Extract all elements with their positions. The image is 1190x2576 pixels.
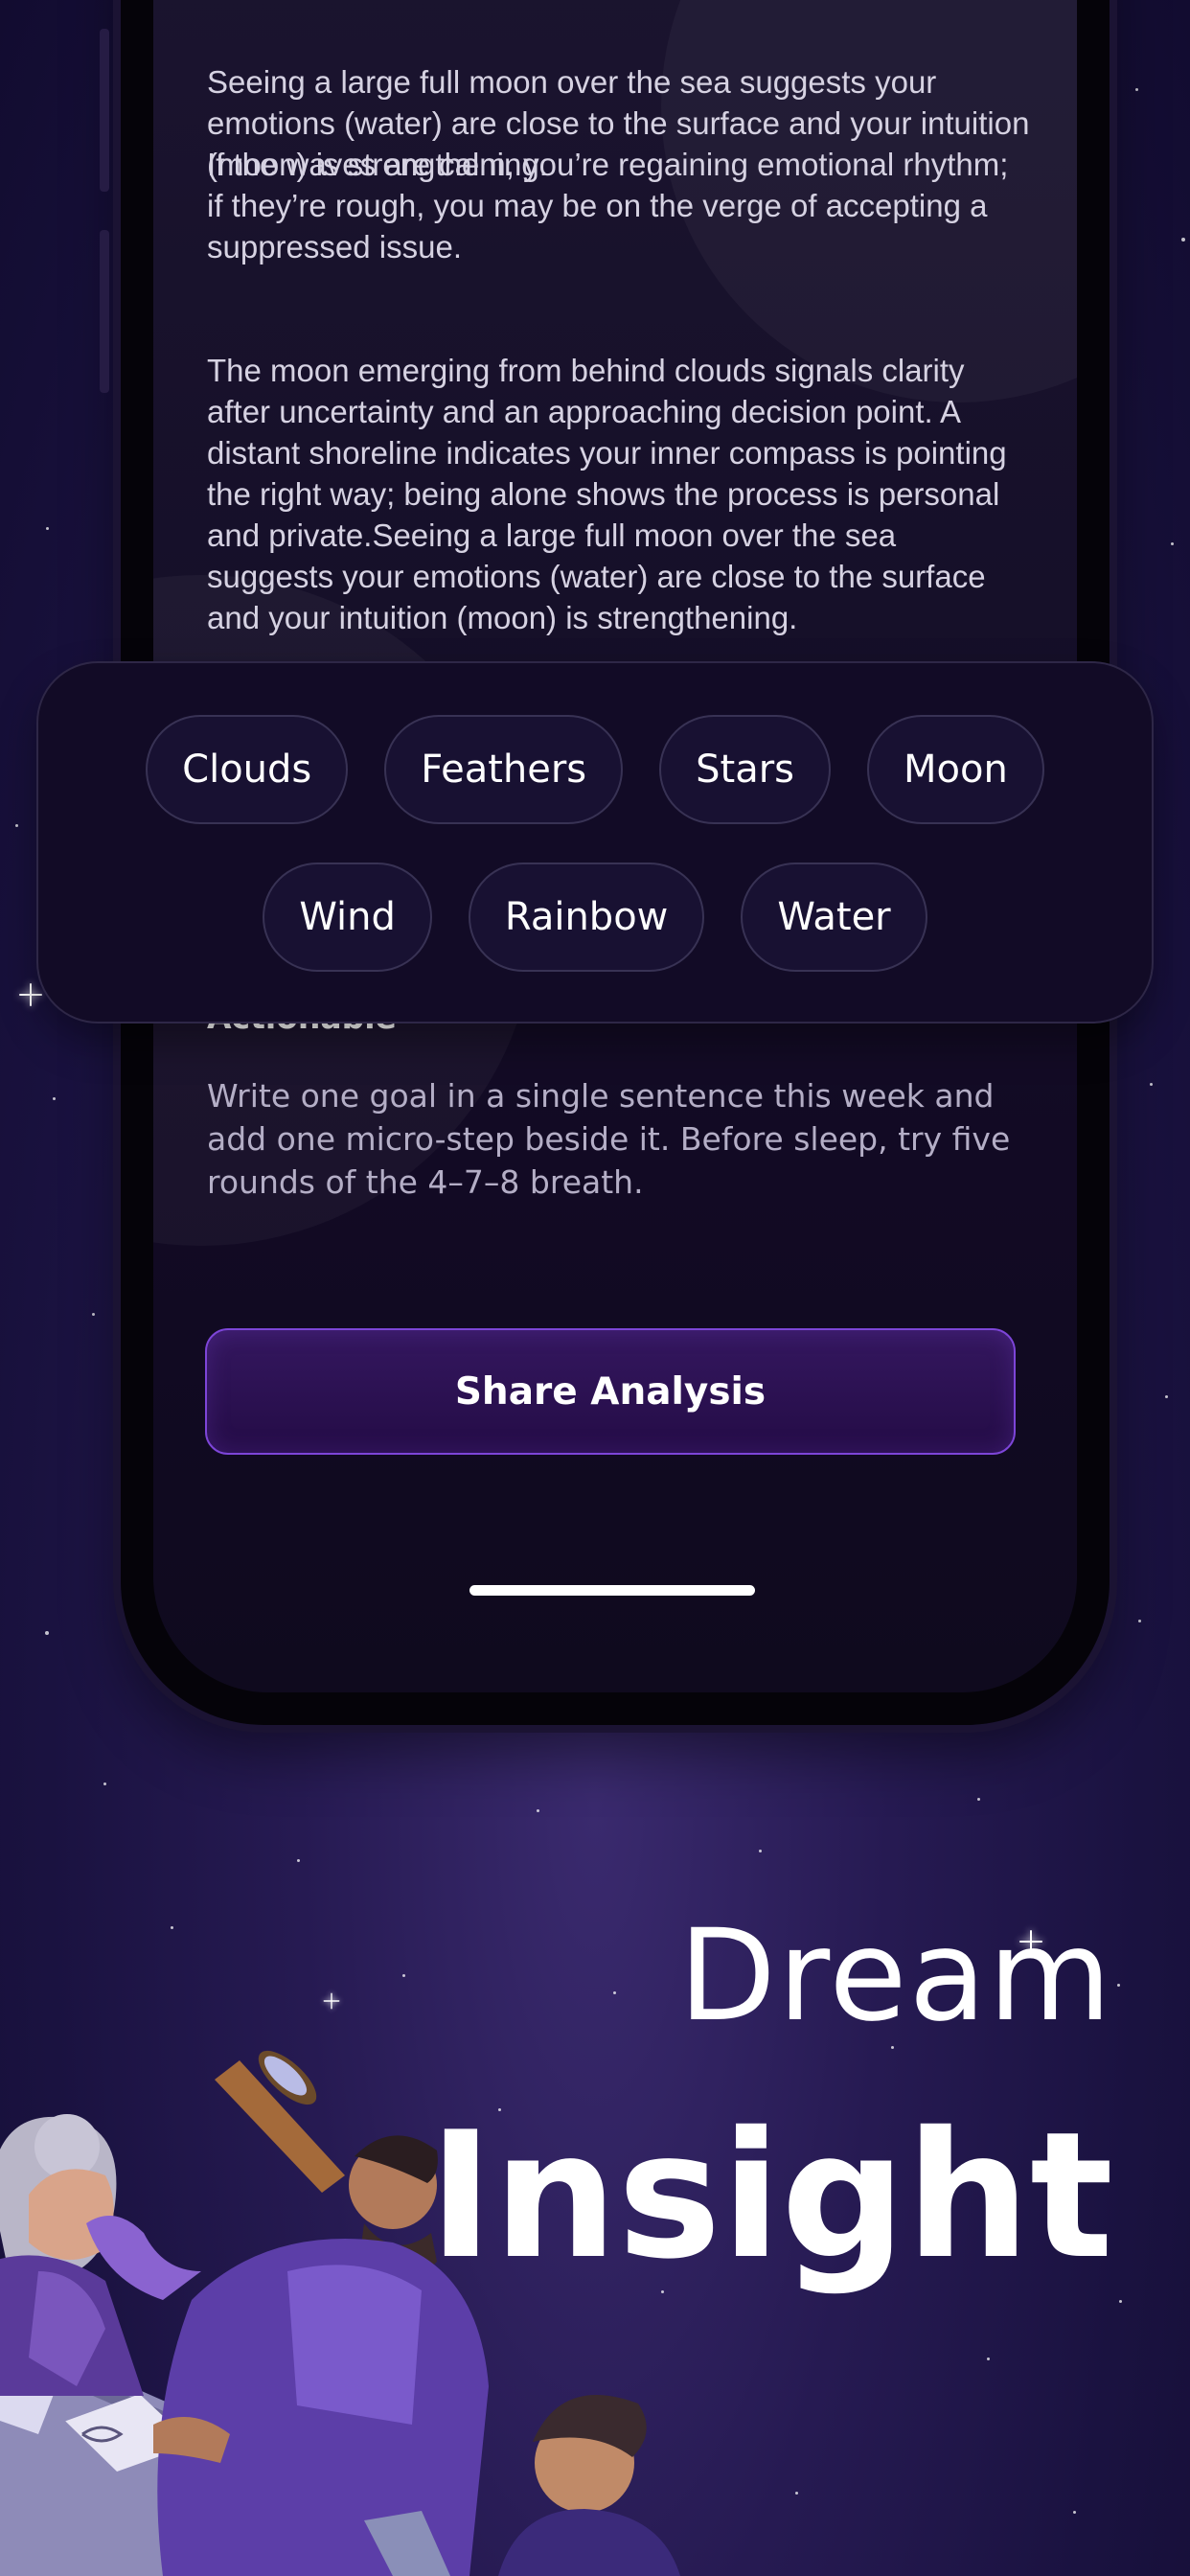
stargazers-illustration <box>0 2050 680 2576</box>
tag-row: Wind Rainbow Water <box>38 862 1152 972</box>
tag-clouds[interactable]: Clouds <box>146 715 349 824</box>
home-indicator <box>469 1585 755 1596</box>
tag-rainbow[interactable]: Rainbow <box>468 862 705 972</box>
tag-wind[interactable]: Wind <box>263 862 432 972</box>
actionable-text: Write one goal in a single sentence this… <box>207 1077 1011 1201</box>
tag-stars[interactable]: Stars <box>659 715 832 824</box>
symbol-tags-card: Clouds Feathers Stars Moon Wind Rainbow … <box>36 661 1154 1024</box>
analysis-paragraph: If the waves are calm, you’re regaining … <box>207 147 1009 264</box>
tag-water[interactable]: Water <box>741 862 927 972</box>
share-analysis-button[interactable]: Share Analysis <box>205 1328 1016 1455</box>
headline-dream: Dream <box>678 1902 1113 2050</box>
tag-feathers[interactable]: Feathers <box>384 715 624 824</box>
analysis-paragraph: The moon emerging from behind clouds sig… <box>207 353 1007 635</box>
tag-moon[interactable]: Moon <box>867 715 1044 824</box>
tag-row: Clouds Feathers Stars Moon <box>38 715 1152 824</box>
